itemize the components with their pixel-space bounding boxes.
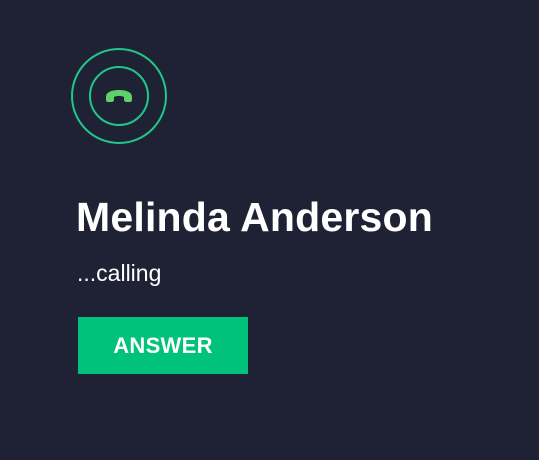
- caller-name: Melinda Anderson: [76, 194, 434, 240]
- answer-button[interactable]: ANSWER: [78, 317, 248, 374]
- incoming-call-card: Melinda Anderson ...calling ANSWER: [0, 0, 539, 460]
- phone-handset-icon: [106, 90, 132, 102]
- call-ring-inner: [89, 66, 149, 126]
- call-ring-outer: [71, 48, 167, 144]
- call-status: ...calling: [77, 260, 162, 286]
